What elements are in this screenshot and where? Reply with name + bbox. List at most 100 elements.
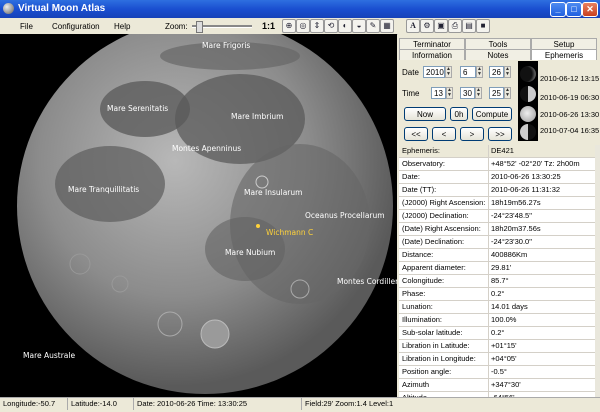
gear-icon[interactable]: ⚙ (420, 19, 434, 33)
ephemeris-table[interactable]: Ephemeris: DE421 Observatory: +48°52' -02°2… (399, 145, 595, 397)
month-field[interactable]: 6 (460, 66, 476, 78)
crater (200, 319, 230, 349)
status-latitude: Latitude:-14.0 (68, 398, 134, 410)
edit-icon[interactable]: ✎ (366, 19, 380, 33)
moon-map[interactable]: Mare Frigoris Mare Serenitatis Mare Imbr… (0, 34, 397, 397)
column-separator (488, 275, 489, 287)
zoom-ratio-label[interactable]: 1:1 (262, 21, 275, 31)
label-montes-apenninus[interactable]: Montes Apenninus (172, 144, 241, 153)
ephemeris-key: (J2000) Right Ascension: (402, 198, 486, 207)
phase-icon[interactable]: ◐ (338, 19, 352, 33)
ephemeris-value: -0.5° (491, 367, 507, 376)
minute-field[interactable]: 30 (460, 87, 475, 99)
label-mare-nubium[interactable]: Mare Nubium (225, 248, 275, 257)
ephemeris-scrollbar[interactable] (595, 145, 600, 397)
close-button[interactable]: ✕ (582, 2, 598, 17)
label-mare-tranquillitatis[interactable]: Mare Tranquillitatis (68, 185, 139, 194)
second-field[interactable]: 25 (489, 87, 504, 99)
zero-hour-button[interactable]: 0h (450, 107, 468, 121)
globe-icon[interactable]: ◎ (296, 19, 310, 33)
grid-icon[interactable]: ▦ (380, 19, 394, 33)
nav-last-button[interactable]: >> (488, 127, 512, 141)
label-mare-imbrium[interactable]: Mare Imbrium (231, 112, 284, 121)
label-oceanus-procellarum[interactable]: Oceanus Procellarum (305, 211, 385, 220)
now-button[interactable]: Now (404, 107, 446, 121)
window-title: Virtual Moon Atlas (18, 3, 106, 14)
ephemeris-row: Sub-solar latitude: 0.2° (399, 327, 595, 340)
column-separator (488, 171, 489, 183)
ephemeris-value: DE421 (491, 146, 514, 155)
day-field[interactable]: 26 (489, 66, 504, 78)
flip-icon[interactable]: ⇕ (310, 19, 324, 33)
ephemeris-key: (J2000) Declination: (402, 211, 469, 220)
ephemeris-key: Phase: (402, 289, 426, 298)
menu-help[interactable]: Help (114, 22, 130, 31)
label-wichmann-c[interactable]: Wichmann C (266, 228, 313, 237)
column-separator (488, 223, 489, 235)
ephemeris-row: Colongitude: 85.7° (399, 275, 595, 288)
ephemeris-key: Observatory: (402, 159, 445, 168)
minimize-button[interactable]: _ (550, 2, 566, 17)
print-icon[interactable]: ⎙ (448, 19, 462, 33)
tab-setup[interactable]: Setup (531, 38, 597, 49)
new-moon-icon[interactable] (520, 66, 536, 82)
ephemeris-value: +48°52' -02°20' Tz: 2h00m (491, 159, 580, 168)
column-separator (488, 236, 489, 248)
column-separator (488, 249, 489, 261)
ephemeris-key: Azimuth (402, 380, 430, 389)
menu-configuration[interactable]: Configuration (52, 22, 100, 31)
ephemeris-row: Distance: 400886Km (399, 249, 595, 262)
hour-spinner[interactable]: ▲ ▼ (446, 87, 453, 99)
year-field[interactable]: 2010 (423, 66, 445, 78)
column-separator (488, 301, 489, 313)
ephemeris-key: Distance: (402, 250, 434, 259)
label-mare-australe[interactable]: Mare Australe (23, 351, 75, 360)
nav-first-button[interactable]: << (404, 127, 428, 141)
zoom-slider-thumb[interactable] (196, 21, 203, 33)
nav-next-button[interactable]: > (460, 127, 484, 141)
year-spinner[interactable]: ▲ ▼ (445, 66, 452, 78)
eclipse-icon[interactable]: ◒ (352, 19, 366, 33)
font-icon[interactable]: A (406, 19, 420, 33)
ephemeris-key: Libration in Latitude: (402, 341, 470, 350)
ephemeris-key: Ephemeris: (402, 146, 440, 155)
hour-field[interactable]: 13 (431, 87, 446, 99)
day-spinner[interactable]: ▲ ▼ (504, 66, 511, 78)
column-separator (488, 353, 489, 365)
ephemeris-row: (J2000) Right Ascension: 18h19m56.27s (399, 197, 595, 210)
image-icon[interactable]: ▤ (462, 19, 476, 33)
month-spinner[interactable]: ▲ ▼ (476, 66, 483, 78)
second-spinner[interactable]: ▲ ▼ (504, 87, 511, 99)
column-separator (488, 340, 489, 352)
label-mare-insularum[interactable]: Mare Insularum (244, 188, 302, 197)
last-quarter-icon[interactable] (520, 124, 536, 140)
rotate-icon[interactable]: ⟲ (324, 19, 338, 33)
menu-file[interactable]: File (20, 22, 33, 31)
crosshair-icon[interactable]: ⊕ (282, 19, 296, 33)
compute-button[interactable]: Compute (472, 107, 512, 121)
maximize-button[interactable]: □ (566, 2, 582, 17)
column-separator (488, 262, 489, 274)
photo-icon[interactable]: ■ (476, 19, 490, 33)
label-mare-frigoris[interactable]: Mare Frigoris (202, 41, 250, 50)
tab-ephemeris[interactable]: Ephemeris (531, 49, 597, 60)
status-longitude: Longitude:-50.7 (0, 398, 68, 410)
ephemeris-value: -24°23'48.5" (491, 211, 532, 220)
first-quarter-icon[interactable] (520, 86, 536, 102)
column-separator (488, 288, 489, 300)
tab-notes[interactable]: Notes (465, 49, 531, 60)
full-moon-icon[interactable] (520, 106, 536, 122)
ephemeris-key: Date: (402, 172, 420, 181)
phase-date-new: 2010-06-12 13:15 (540, 74, 600, 83)
column-separator (488, 197, 489, 209)
tab-terminator[interactable]: Terminator (399, 38, 465, 49)
label-mare-serenitatis[interactable]: Mare Serenitatis (107, 104, 168, 113)
ephemeris-value: -24°23'30.0" (491, 237, 532, 246)
ephemeris-value: 0.2° (491, 328, 505, 337)
label-montes-cordillera[interactable]: Montes Cordillera (337, 277, 397, 286)
minute-spinner[interactable]: ▲ ▼ (475, 87, 482, 99)
tab-information[interactable]: Information (399, 49, 465, 60)
tab-tools[interactable]: Tools (465, 38, 531, 49)
camera-icon[interactable]: ▣ (434, 19, 448, 33)
nav-prev-button[interactable]: < (432, 127, 456, 141)
